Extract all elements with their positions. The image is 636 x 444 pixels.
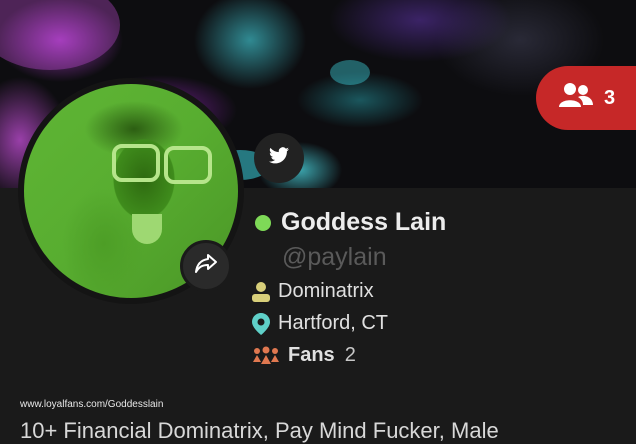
twitter-icon [269,147,289,169]
fans-count: 2 [344,344,356,366]
user-icon [252,281,270,302]
avatar-detail [164,146,212,184]
share-button[interactable] [180,240,232,292]
online-status-dot [255,214,271,231]
fans-label: Fans [288,344,335,366]
avatar-detail [112,144,160,182]
location-text: Hartford, CT [278,312,389,334]
twitter-button[interactable] [254,133,304,183]
share-icon [194,253,218,280]
profile-handle: @paylain [282,243,387,271]
users-icon [558,82,594,114]
profile-name-row: Goddess Lain [255,208,446,237]
fans-count-button[interactable]: 3 [536,66,636,130]
avatar-detail [132,214,162,244]
bio-preview: 10+ Financial Dominatrix, Pay Mind Fucke… [20,418,499,443]
fans-pill-count: 3 [604,86,616,109]
map-pin-icon [252,312,270,335]
fans-row[interactable]: Fans 2 [252,344,356,367]
fans-group-icon [252,346,280,366]
category-row: Dominatrix [252,280,374,303]
location-row: Hartford, CT [252,312,388,335]
category-text: Dominatrix [278,280,374,302]
profile-name: Goddess Lain [281,208,447,236]
watermark-url: www.loyalfans.com/Goddesslain [20,399,164,410]
